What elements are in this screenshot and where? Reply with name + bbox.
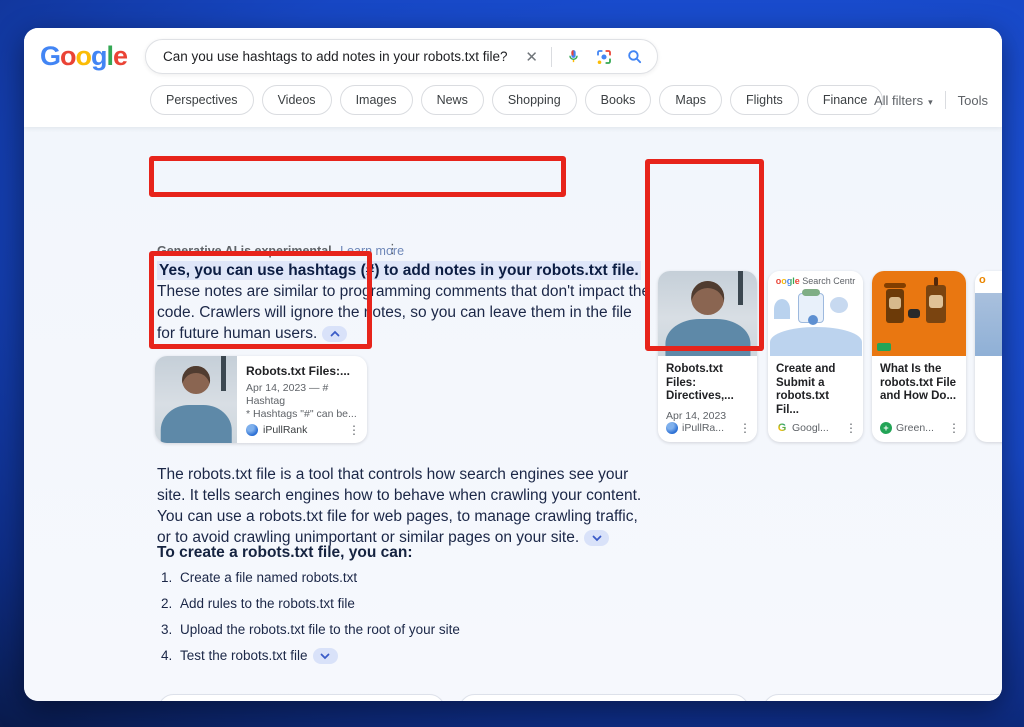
ai-body-text: The robots.txt file is a tool that contr… xyxy=(157,464,653,548)
tab-images[interactable]: Images xyxy=(340,85,413,115)
ipullrank-favicon xyxy=(666,422,678,434)
google-favicon: G xyxy=(776,422,788,434)
followup-chip[interactable]: What all can we include in a robots.txt … xyxy=(158,694,445,701)
more-options-icon[interactable]: ⋮ xyxy=(842,421,860,435)
steps-heading: To create a robots.txt file, you can: xyxy=(157,544,413,562)
search-input[interactable] xyxy=(146,49,525,64)
card-thumbnail xyxy=(872,271,966,356)
card-title: What Is the robots.txt File and How Do..… xyxy=(872,356,966,404)
all-filters-button[interactable]: All filters▾ xyxy=(874,93,933,108)
search-tabs: Perspectives Videos Images News Shopping… xyxy=(150,85,883,115)
card-source: Googl... xyxy=(792,422,829,434)
desktop-background: Google ✕ Perspec xyxy=(0,0,1024,727)
steps-list: Create a file named robots.txt Add rules… xyxy=(176,570,636,675)
greengeeks-logo xyxy=(877,343,891,351)
list-item: Create a file named robots.txt xyxy=(176,570,636,585)
more-options-icon[interactable]: ⋮ xyxy=(386,241,399,257)
answer-rest: These notes are similar to programming c… xyxy=(157,283,650,342)
carousel-card-google[interactable]: oogle Search Centr Create and Submit a r… xyxy=(768,271,863,442)
google-search-page: Google ✕ Perspec xyxy=(24,28,1002,701)
citation-title: Robots.txt Files:... xyxy=(246,364,361,378)
sge-section: Generative AI is experimental. Learn mor… xyxy=(24,127,1002,701)
list-item: Test the robots.txt file xyxy=(176,648,636,664)
ipullrank-favicon xyxy=(246,424,258,436)
more-options-icon[interactable]: ⋮ xyxy=(345,423,363,437)
followup-chip[interactable]: Will a robots.txt file direct search eng… xyxy=(763,694,1002,701)
card-thumbnail: o xyxy=(975,271,1002,356)
google-lens-icon[interactable] xyxy=(595,48,613,66)
voice-search-icon[interactable] xyxy=(565,48,582,65)
chevron-down-icon: ▾ xyxy=(928,97,933,107)
more-options-icon[interactable]: ⋮ xyxy=(945,421,963,435)
search-bar[interactable]: ✕ xyxy=(145,39,658,74)
followup-suggestions: What all can we include in a robots.txt … xyxy=(158,694,1002,701)
card-source: iPullRa... xyxy=(682,422,724,434)
ai-answer-text: Yes, you can use hashtags (#) to add not… xyxy=(157,260,653,344)
card-date: Apr 14, 2023 xyxy=(658,404,757,422)
tab-videos[interactable]: Videos xyxy=(262,85,332,115)
tab-shopping[interactable]: Shopping xyxy=(492,85,577,115)
card-thumbnail: oogle Search Centr xyxy=(768,271,863,356)
search-header: Google ✕ Perspec xyxy=(24,28,1002,127)
expand-button[interactable] xyxy=(313,648,338,664)
google-logo[interactable]: Google xyxy=(40,41,127,72)
citation-source: iPullRank xyxy=(263,424,307,436)
generative-ai-disclaimer: Generative AI is experimental. Learn mor… xyxy=(157,244,404,258)
search-icon[interactable] xyxy=(626,48,643,65)
collapse-button[interactable] xyxy=(322,326,347,342)
answer-highlighted-sentence: Yes, you can use hashtags (#) to add not… xyxy=(157,261,641,280)
list-item: Add rules to the robots.txt file xyxy=(176,596,636,611)
list-item: Upload the robots.txt file to the root o… xyxy=(176,622,636,637)
tab-maps[interactable]: Maps xyxy=(659,85,722,115)
tab-perspectives[interactable]: Perspectives xyxy=(150,85,254,115)
card-thumbnail xyxy=(658,271,757,356)
clear-icon[interactable]: ✕ xyxy=(525,48,538,66)
tools-button[interactable]: Tools xyxy=(958,93,988,108)
citation-card[interactable]: Robots.txt Files:... Apr 14, 2023 — # Ha… xyxy=(155,356,367,443)
tab-finance[interactable]: Finance xyxy=(807,85,883,115)
carousel-card-ipullrank[interactable]: Robots.txt Files: Directives,... Apr 14,… xyxy=(658,271,757,442)
tab-books[interactable]: Books xyxy=(585,85,652,115)
expand-button[interactable] xyxy=(584,530,609,546)
citation-snippet: Apr 14, 2023 — # Hashtag* Hashtags "#" c… xyxy=(246,382,361,421)
greengeeks-favicon: + xyxy=(880,422,892,434)
tab-flights[interactable]: Flights xyxy=(730,85,799,115)
citation-thumbnail xyxy=(155,356,237,443)
followup-chip[interactable]: What is the right format for a robots.tx… xyxy=(459,694,749,701)
filters-area: All filters▾ Tools xyxy=(874,91,988,109)
carousel-card-greengeeks[interactable]: What Is the robots.txt File and How Do..… xyxy=(872,271,966,442)
card-title: Create and Submit a robots.txt Fil... xyxy=(768,356,863,417)
carousel-card-partial[interactable]: o xyxy=(975,271,1002,442)
tab-news[interactable]: News xyxy=(421,85,484,115)
divider xyxy=(551,47,552,67)
more-options-icon[interactable]: ⋮ xyxy=(736,421,754,435)
divider xyxy=(945,91,946,109)
card-source: Green... xyxy=(896,422,934,434)
card-title: Robots.txt Files: Directives,... xyxy=(658,356,757,404)
